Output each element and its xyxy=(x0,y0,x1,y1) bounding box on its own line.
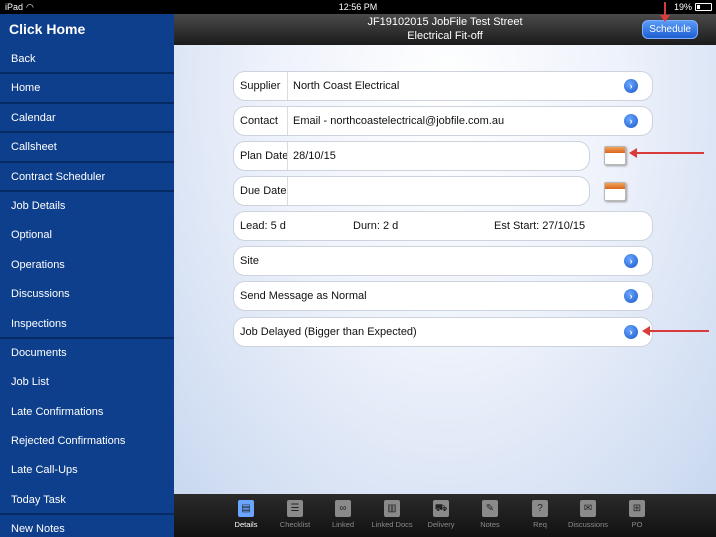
sidebar-item-late-confirmations[interactable]: Late Confirmations xyxy=(0,398,174,427)
plan-date-row[interactable]: Plan Date 28/10/15 xyxy=(233,141,590,171)
site-row[interactable]: Site › xyxy=(233,246,653,276)
tab-linked[interactable]: ∞ Linked xyxy=(319,494,367,537)
sidebar-item-contract-scheduler[interactable]: Contract Scheduler xyxy=(0,163,174,192)
status-bar: iPad ◠ 12:56 PM 19% xyxy=(0,0,716,14)
request-icon: ? xyxy=(532,500,548,517)
main-panel: Supplier North Coast Electrical › Contac… xyxy=(174,45,716,494)
sidebar-item-calendar[interactable]: Calendar xyxy=(0,104,174,134)
tab-po[interactable]: ⊞ PO xyxy=(613,494,661,537)
sidebar-item-today-task[interactable]: Today Task xyxy=(0,486,174,516)
tab-label: PO xyxy=(631,520,643,529)
sidebar-item-optional[interactable]: Optional xyxy=(0,221,174,250)
battery-icon xyxy=(695,3,712,11)
tab-label: Req xyxy=(533,520,547,529)
contact-label: Contact xyxy=(240,115,278,127)
calendar-icon[interactable] xyxy=(604,146,626,165)
checklist-icon: ☰ xyxy=(287,500,303,517)
contact-row[interactable]: Contact Email - northcoastelectrical@job… xyxy=(233,106,653,136)
page-title: JF19102015 JobFile Test Street xyxy=(367,16,523,28)
notes-icon: ✎ xyxy=(482,500,498,517)
sidebar-item-job-list[interactable]: Job List xyxy=(0,368,174,397)
tab-notes[interactable]: ✎ Notes xyxy=(466,494,514,537)
annotation-arrow-schedule xyxy=(660,2,670,22)
tab-label: Details xyxy=(234,520,258,529)
job-delayed-label: Job Delayed (Bigger than Expected) xyxy=(240,326,417,338)
sidebar-item-operations[interactable]: Operations xyxy=(0,251,174,280)
divider xyxy=(287,107,288,135)
send-message-row[interactable]: Send Message as Normal › xyxy=(233,281,653,311)
link-icon: ∞ xyxy=(335,500,351,517)
chevron-right-icon[interactable]: › xyxy=(624,254,638,268)
status-time: 12:56 PM xyxy=(338,2,378,12)
contact-value: Email - northcoastelectrical@jobfile.com… xyxy=(293,115,505,127)
page-subtitle: Electrical Fit-off xyxy=(407,30,483,42)
sidebar-item-callsheet[interactable]: Callsheet xyxy=(0,133,174,163)
chevron-right-icon[interactable]: › xyxy=(624,79,638,93)
plan-date-label: Plan Date xyxy=(240,150,289,162)
sidebar-item-new-notes[interactable]: New Notes xyxy=(0,515,174,537)
tab-linked-docs[interactable]: ▥ Linked Docs xyxy=(368,494,416,537)
sidebar-title: Click Home xyxy=(9,21,86,37)
divider xyxy=(287,72,288,100)
sidebar-item-rejected-confirmations[interactable]: Rejected Confirmations xyxy=(0,427,174,456)
sidebar-item-back[interactable]: Back xyxy=(0,45,174,75)
sidebar-item-documents[interactable]: Documents xyxy=(0,339,174,368)
calendar-icon[interactable] xyxy=(604,182,626,201)
cart-icon: ⊞ xyxy=(629,500,645,517)
battery-percent: 19% xyxy=(673,2,692,12)
tab-label: Checklist xyxy=(279,520,311,529)
job-delayed-row[interactable]: Job Delayed (Bigger than Expected) › xyxy=(233,317,653,347)
sidebar-item-inspections[interactable]: Inspections xyxy=(0,310,174,339)
annotation-arrow-plan-date xyxy=(629,148,704,158)
tab-label: Discussions xyxy=(567,520,608,529)
due-date-label: Due Date xyxy=(240,185,287,197)
tab-delivery[interactable]: ⛟ Delivery xyxy=(417,494,465,537)
send-message-label: Send Message as Normal xyxy=(240,290,367,302)
lead-value: Lead: 5 d xyxy=(240,220,286,232)
tab-details[interactable]: ▤ Details xyxy=(222,494,270,537)
divider xyxy=(287,177,288,205)
tab-label: Delivery xyxy=(427,520,455,529)
plan-date-value: 28/10/15 xyxy=(293,150,336,162)
document-icon: ▤ xyxy=(238,500,254,517)
schedule-button[interactable]: Schedule xyxy=(642,20,698,39)
supplier-row[interactable]: Supplier North Coast Electrical › xyxy=(233,71,653,101)
lead-durn-row: Lead: 5 d Durn: 2 d Est Start: 27/10/15 xyxy=(233,211,653,241)
tab-bar: ▤ Details ☰ Checklist ∞ Linked ▥ Linked … xyxy=(174,494,716,537)
supplier-value: North Coast Electrical xyxy=(293,80,400,92)
supplier-label: Supplier xyxy=(240,80,281,92)
durn-value: Durn: 2 d xyxy=(353,220,399,232)
truck-icon: ⛟ xyxy=(433,500,449,517)
est-start-value: Est Start: 27/10/15 xyxy=(494,220,586,232)
chevron-right-icon[interactable]: › xyxy=(624,114,638,128)
tab-req[interactable]: ? Req xyxy=(516,494,564,537)
divider xyxy=(287,142,288,170)
sidebar-item-late-call-ups[interactable]: Late Call-Ups xyxy=(0,456,174,485)
sidebar-item-job-details[interactable]: Job Details xyxy=(0,192,174,221)
due-date-row[interactable]: Due Date xyxy=(233,176,590,206)
annotation-arrow-job-delayed xyxy=(642,326,709,336)
sidebar-menu: Back Home Calendar Callsheet Contract Sc… xyxy=(0,45,174,537)
sidebar-item-discussions[interactable]: Discussions xyxy=(0,280,174,309)
sidebar-item-home[interactable]: Home xyxy=(0,74,174,104)
tab-checklist[interactable]: ☰ Checklist xyxy=(271,494,319,537)
tab-label: Linked Docs xyxy=(371,520,413,529)
title-bar: JF19102015 JobFile Test Street Electrica… xyxy=(174,14,716,45)
chat-icon: ✉ xyxy=(580,500,596,517)
sidebar: Click Home Back Home Calendar Callsheet … xyxy=(0,14,174,537)
site-label: Site xyxy=(240,255,259,267)
tab-discussions[interactable]: ✉ Discussions xyxy=(564,494,612,537)
chevron-right-icon[interactable]: › xyxy=(624,325,638,339)
tab-label: Notes xyxy=(480,520,500,529)
app-window: iPad ◠ 12:56 PM 19% Click Home Back Home… xyxy=(0,0,716,537)
docs-icon: ▥ xyxy=(384,500,400,517)
tab-label: Linked xyxy=(331,520,355,529)
chevron-right-icon[interactable]: › xyxy=(624,289,638,303)
